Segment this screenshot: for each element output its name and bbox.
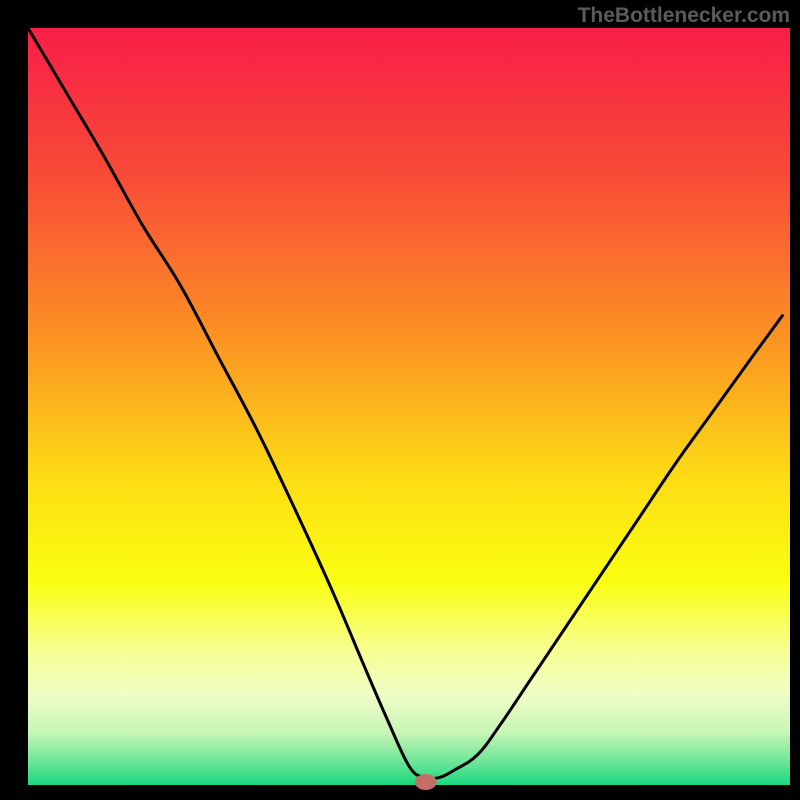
optimum-marker	[415, 774, 437, 790]
bottleneck-chart: TheBottlenecker.com	[0, 0, 800, 800]
watermark-text: TheBottlenecker.com	[578, 4, 790, 27]
chart-plot-area	[28, 28, 790, 785]
